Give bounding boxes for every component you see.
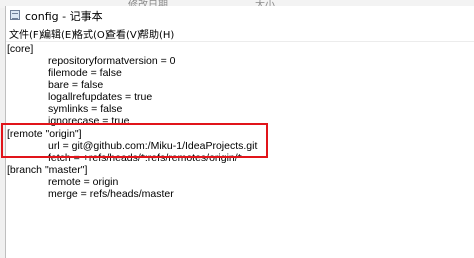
menu-edit[interactable]: 编辑(E) [41,26,75,41]
editor-line: bare = false [48,79,104,91]
editor-line: logallrefupdates = true [48,91,153,103]
notepad-icon [10,10,20,20]
title-bar[interactable]: config - 记事本 [6,6,474,24]
menu-file[interactable]: 文件(F) [9,26,43,41]
menu-bar: 文件(F) 编辑(E) 格式(O) 查看(V) 帮助(H) [6,25,474,42]
menu-view[interactable]: 查看(V) [106,26,141,41]
editor-line: [core] [7,43,34,55]
editor-line: filemode = false [48,67,122,79]
menu-format[interactable]: 格式(O) [73,26,109,41]
editor-line: symlinks = false [48,103,123,115]
editor-line: merge = refs/heads/master [48,188,174,200]
remote-origin-highlight [1,123,268,158]
editor-line: [branch "master"] [7,164,88,176]
editor-line: remote = origin [48,176,119,188]
menu-help[interactable]: 帮助(H) [139,26,174,41]
editor-line: repositoryformatversion = 0 [48,55,176,67]
window-title: config - 记事本 [25,10,103,23]
